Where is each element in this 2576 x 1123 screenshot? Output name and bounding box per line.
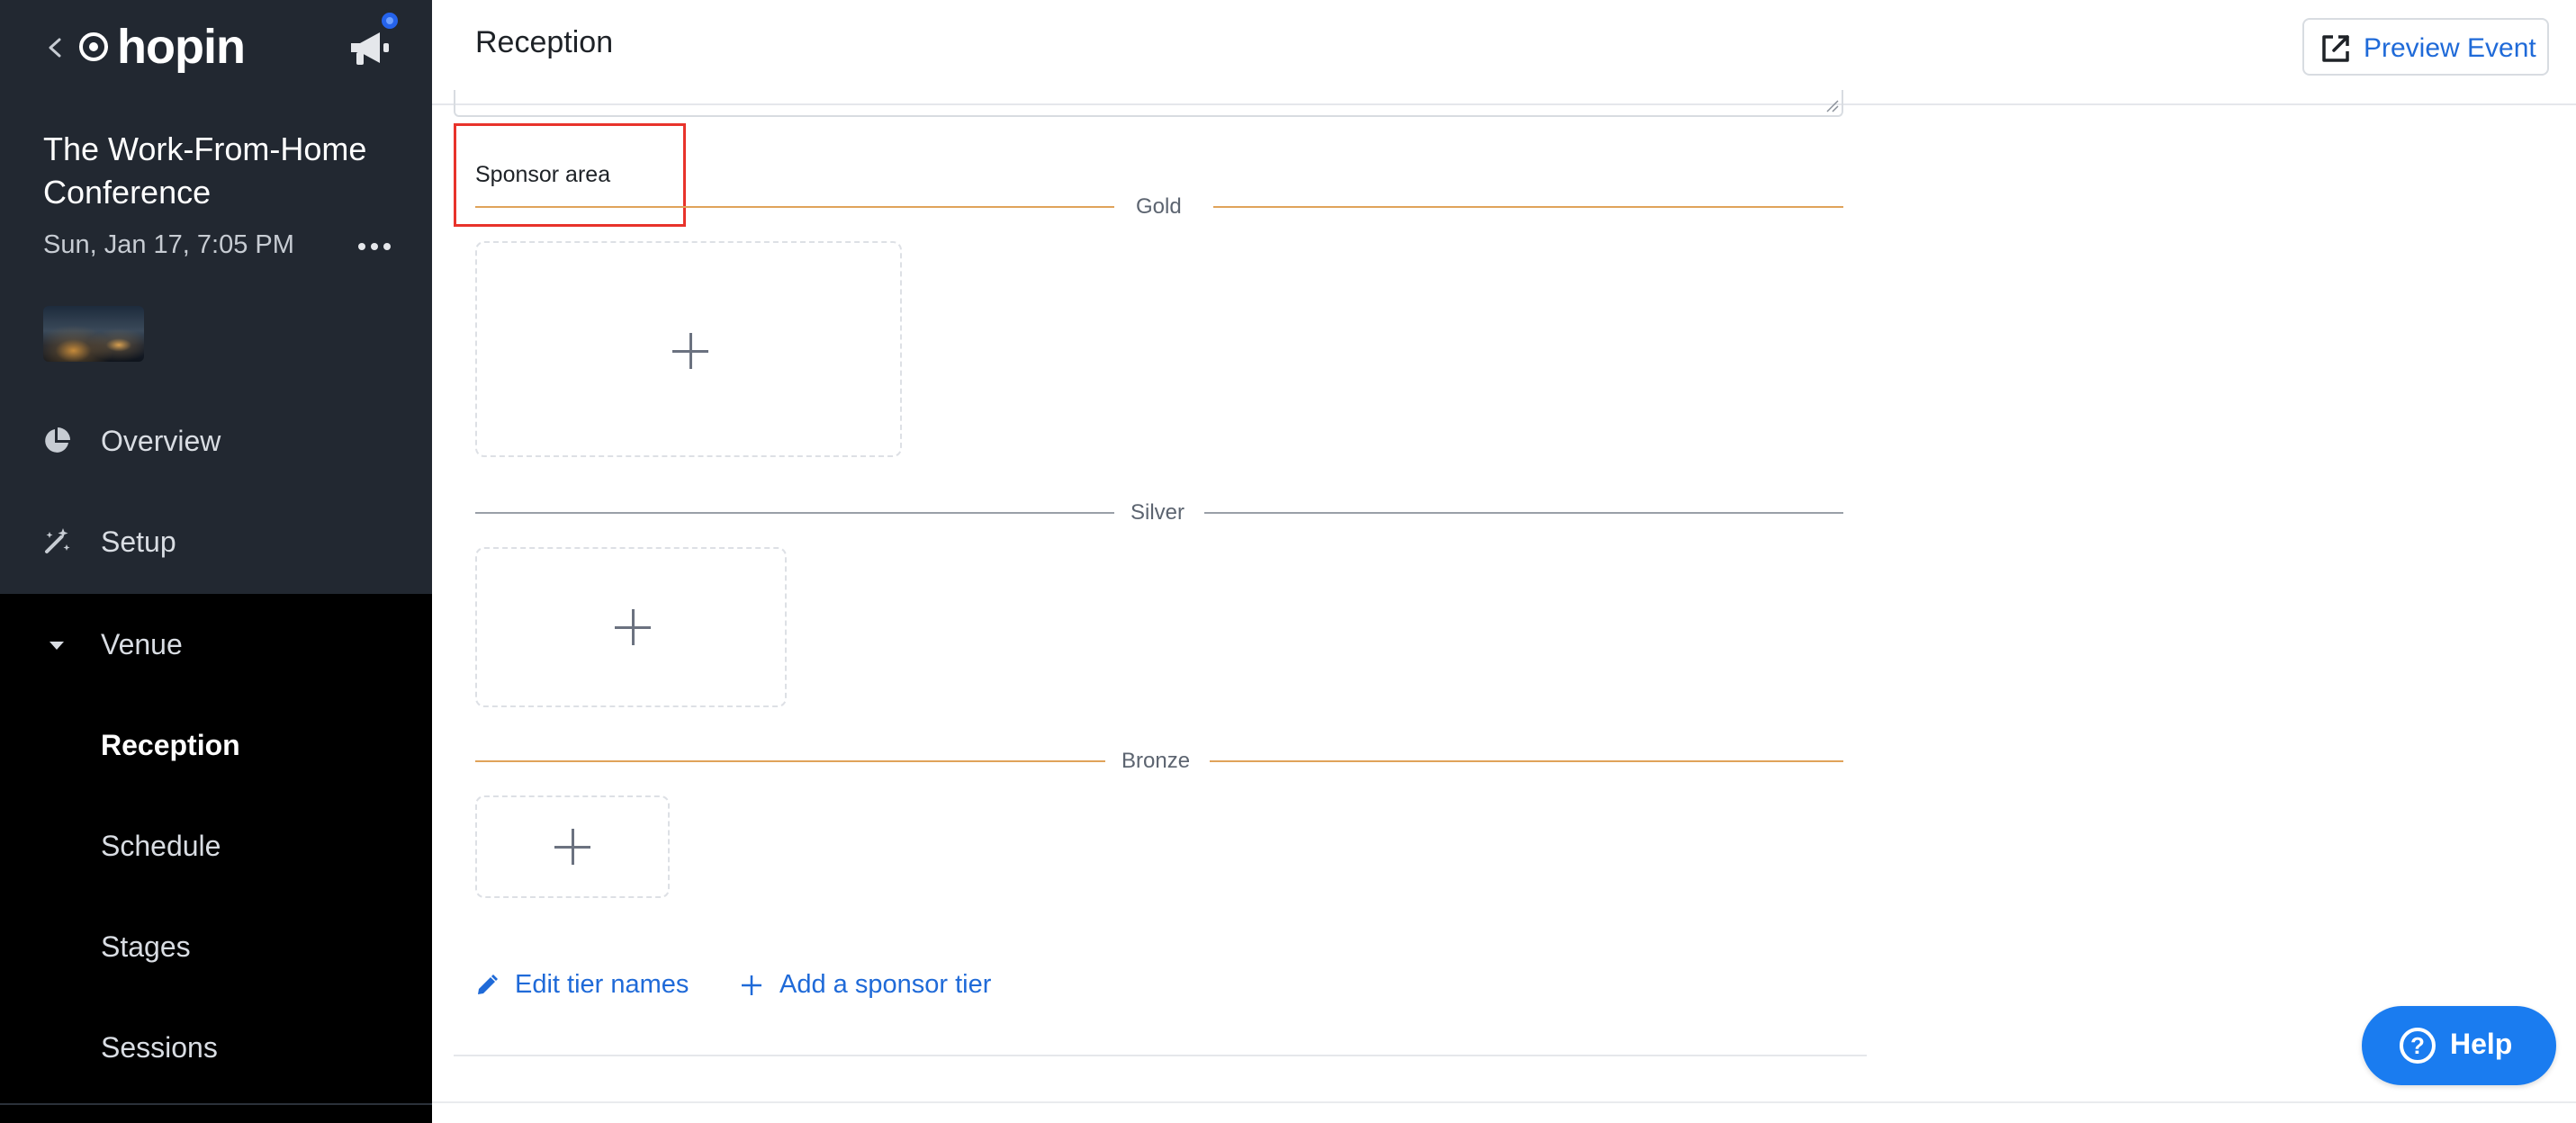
- notification-dot: [378, 9, 401, 32]
- edit-tier-names-label: Edit tier names: [515, 970, 689, 999]
- sidebar-item-label: Setup: [101, 525, 176, 558]
- sidebar-item-label: Sessions: [101, 1030, 218, 1064]
- event-thumbnail: [43, 306, 144, 362]
- tier-name-gold: Gold: [1136, 194, 1182, 219]
- sidebar-item-sessions[interactable]: Sessions: [0, 997, 432, 1098]
- plus-icon: [554, 829, 590, 865]
- external-link-icon: [2322, 35, 2349, 62]
- preview-event-button[interactable]: Preview Event: [2302, 18, 2549, 76]
- magic-wand-icon: [45, 528, 70, 553]
- bronze-tier-divider: [1210, 760, 1843, 762]
- logo-text: hopin: [117, 20, 246, 74]
- sidebar-topbar: hopin: [0, 0, 432, 95]
- gold-tier-divider: [475, 206, 1114, 208]
- edit-tier-names-button[interactable]: Edit tier names: [475, 970, 689, 1000]
- divider: [454, 1055, 1867, 1056]
- pie-chart-icon: [45, 427, 70, 453]
- gold-sponsor-slot[interactable]: [475, 241, 902, 457]
- tier-name-silver: Silver: [1130, 500, 1185, 525]
- silver-tier-divider: [475, 512, 1114, 514]
- sidebar: hopin The Work-From-Home Conference Sun,…: [0, 0, 432, 1123]
- more-options-icon[interactable]: [358, 236, 394, 257]
- plus-icon: [615, 609, 651, 645]
- chevron-left-icon[interactable]: [41, 27, 67, 68]
- tier-name-bronze: Bronze: [1121, 749, 1191, 773]
- event-date: Sun, Jan 17, 7:05 PM: [43, 230, 294, 259]
- help-label: Help: [2450, 1028, 2513, 1060]
- help-button[interactable]: ? Help: [2362, 1006, 2556, 1085]
- question-circle-icon: ?: [2400, 1028, 2436, 1064]
- hopin-logo-icon: [79, 32, 108, 61]
- sidebar-item-venue[interactable]: Venue: [0, 594, 432, 695]
- silver-tier-divider: [1204, 512, 1843, 514]
- caret-down-icon: [50, 642, 64, 650]
- highlight-box: [454, 123, 686, 227]
- bronze-tier-divider: [475, 760, 1105, 762]
- sidebar-item-label: Overview: [101, 424, 221, 457]
- hopin-logo[interactable]: hopin: [76, 20, 246, 74]
- sidebar-item-label: Venue: [101, 627, 183, 660]
- sidebar-item-stages[interactable]: Stages: [0, 896, 432, 997]
- bronze-sponsor-slot[interactable]: [475, 795, 670, 898]
- event-title: The Work-From-Home Conference: [43, 130, 367, 211]
- divider: [0, 1103, 432, 1105]
- add-sponsor-tier-label: Add a sponsor tier: [779, 970, 992, 999]
- divider: [432, 1101, 2576, 1103]
- venue-submenu: Venue Reception Schedule Stages Sessions: [0, 594, 432, 1123]
- silver-sponsor-slot[interactable]: [475, 547, 787, 707]
- main-content: Reception Preview Event Sponsor area Gol…: [432, 0, 2576, 1123]
- page-title: Reception: [475, 25, 614, 59]
- sidebar-item-label: Reception: [101, 728, 240, 761]
- add-sponsor-tier-button[interactable]: Add a sponsor tier: [740, 970, 991, 1000]
- plus-icon: [742, 975, 761, 995]
- sidebar-item-overview[interactable]: Overview: [0, 391, 432, 491]
- pencil-icon: [478, 974, 498, 994]
- resize-handle-icon[interactable]: [1825, 99, 1840, 113]
- plus-icon: [672, 333, 708, 369]
- preview-event-label: Preview Event: [2364, 33, 2536, 63]
- sidebar-item-reception[interactable]: Reception: [0, 695, 432, 795]
- sidebar-item-label: Schedule: [101, 829, 221, 862]
- sidebar-item-schedule[interactable]: Schedule: [0, 795, 432, 896]
- sidebar-item-setup[interactable]: Setup: [0, 491, 432, 592]
- gold-tier-divider: [1213, 206, 1843, 208]
- description-textarea[interactable]: [454, 90, 1843, 117]
- sidebar-item-label: Stages: [101, 930, 191, 963]
- megaphone-icon[interactable]: [346, 27, 396, 70]
